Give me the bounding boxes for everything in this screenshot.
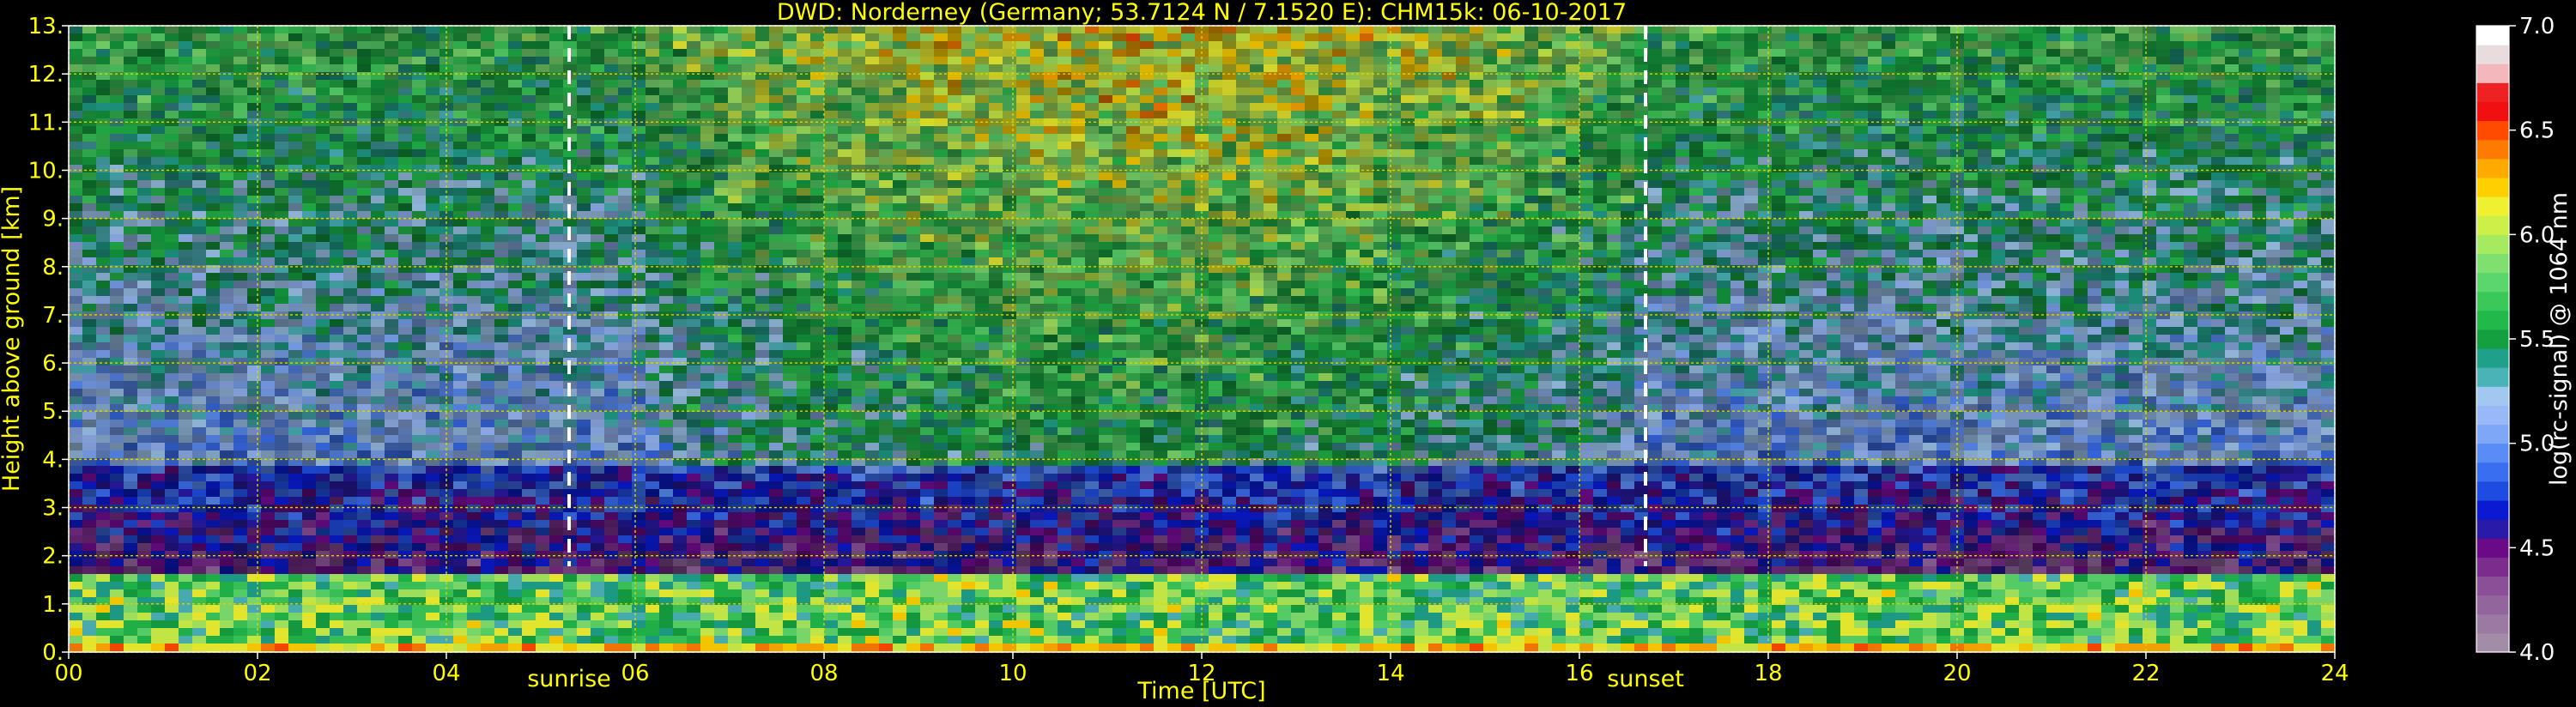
x-tick-label: 02 — [243, 661, 271, 686]
x-tick-label: 06 — [621, 661, 649, 686]
colorbar-segment — [2476, 632, 2509, 653]
y-tick-label: 8. — [42, 255, 64, 281]
colorbar-segment — [2476, 519, 2509, 539]
y-tick-label: 10. — [28, 158, 64, 184]
y-tick-label: 13. — [28, 14, 64, 39]
x-tick-label: 08 — [809, 661, 838, 686]
y-axis-label: Height above ground [km] — [0, 186, 25, 492]
y-tick-label: 12. — [28, 62, 64, 88]
x-tick-label: 04 — [432, 661, 460, 686]
colorbar-segment — [2476, 462, 2509, 482]
x-tick-label: 10 — [998, 661, 1027, 686]
colorbar-segment — [2476, 424, 2509, 444]
y-tick-label: 2. — [42, 544, 64, 570]
y-tick-label: 1. — [42, 592, 64, 618]
y-tick-label: 5. — [42, 399, 64, 425]
colorbar-segment — [2476, 348, 2509, 368]
x-axis-label: Time [UTC] — [1136, 678, 1265, 704]
colorbar-segment — [2476, 310, 2509, 330]
colorbar-tick-label: 4.0 — [2519, 640, 2555, 666]
ceilometer-chart: sunrise sunset 00 02 04 06 08 10 12 14 16 18 20 22 24… — [0, 0, 2576, 707]
colorbar-label: log(rc-signal) @ 1064 nm — [2546, 192, 2573, 486]
colorbar-segment — [2476, 557, 2509, 577]
colorbar-segment — [2476, 405, 2509, 426]
y-tick-label: 0. — [42, 640, 64, 666]
colorbar-segment — [2476, 139, 2509, 160]
colorbar-segment — [2476, 613, 2509, 634]
x-tick-label: 14 — [1376, 661, 1404, 686]
colorbar-segment — [2476, 45, 2509, 64]
colorbar-segment — [2476, 215, 2509, 235]
x-tick-label: 18 — [1754, 661, 1782, 686]
colorbar-tick-label: 7.0 — [2519, 14, 2555, 39]
y-tick-label: 3. — [42, 496, 64, 522]
colorbar-segment — [2476, 101, 2509, 122]
colorbar-segment — [2476, 480, 2509, 501]
x-tick-label: 20 — [1943, 661, 1971, 686]
y-tick-label: 9. — [42, 207, 64, 233]
x-tick-label: 24 — [2320, 661, 2349, 686]
x-tick-label: 22 — [2131, 661, 2160, 686]
colorbar-segment — [2476, 272, 2509, 293]
colorbar-segment — [2476, 576, 2509, 596]
colorbar-segment — [2476, 253, 2509, 274]
sun-marker-label: sunrise — [527, 666, 611, 692]
colorbar-segment — [2476, 120, 2509, 141]
colorbar-segment — [2476, 595, 2509, 615]
colorbar-segment — [2476, 291, 2509, 311]
colorbar-tick-label: 6.5 — [2519, 118, 2555, 144]
colorbar-segment — [2476, 177, 2509, 197]
x-tick-label: 16 — [1565, 661, 1593, 686]
colorbar-segment — [2476, 443, 2509, 463]
colorbar-segment — [2476, 82, 2509, 102]
colorbar-segment — [2476, 26, 2509, 45]
colorbar-segment — [2476, 500, 2509, 520]
colorbar-segment — [2476, 196, 2509, 216]
colorbar-segment — [2476, 63, 2509, 83]
y-tick-label: 6. — [42, 351, 64, 377]
colorbar-tick-label: 4.5 — [2519, 535, 2555, 561]
sun-marker-label: sunset — [1607, 666, 1684, 692]
colorbar-segment — [2476, 538, 2509, 558]
chart-title: DWD: Norderney (Germany; 53.7124 N / 7.1… — [777, 0, 1627, 26]
y-tick-label: 4. — [42, 447, 64, 473]
y-tick-label: 11. — [28, 110, 64, 136]
colorbar-segment — [2476, 234, 2509, 254]
colorbar-segment — [2476, 367, 2509, 387]
colorbar-segment — [2476, 158, 2509, 178]
colorbar-segment — [2476, 329, 2509, 349]
y-tick-label: 7. — [42, 303, 64, 329]
colorbar-segment — [2476, 386, 2509, 406]
